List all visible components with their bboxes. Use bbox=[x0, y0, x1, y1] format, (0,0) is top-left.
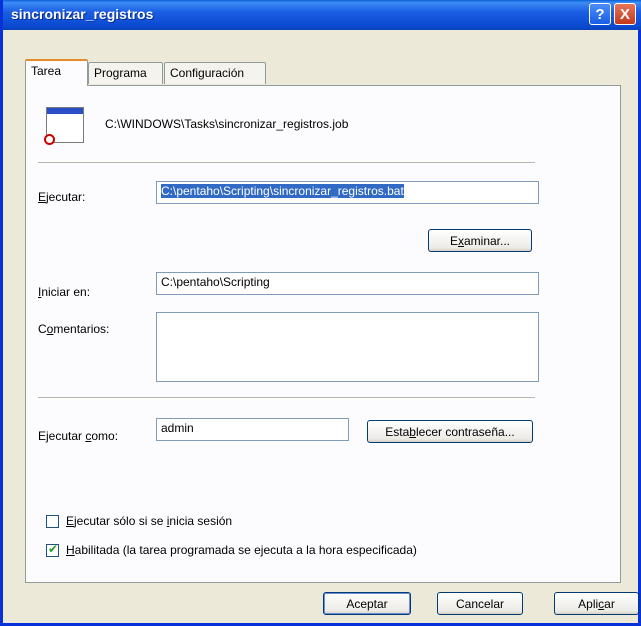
tab-configuracion[interactable]: Configuración bbox=[164, 62, 266, 84]
browse-button[interactable]: Examinar... bbox=[428, 229, 532, 252]
logged-on-only-checkbox[interactable] bbox=[46, 515, 59, 528]
apply-label: Aplicar bbox=[578, 596, 615, 611]
help-icon: ? bbox=[595, 5, 605, 23]
comments-textarea[interactable] bbox=[156, 312, 539, 382]
dialog-window: sincronizar_registros ? X Tarea Programa… bbox=[0, 0, 641, 626]
run-as-value: admin bbox=[161, 421, 194, 435]
run-value: C:\pentaho\Scripting\sincronizar_registr… bbox=[161, 184, 404, 198]
help-button[interactable]: ? bbox=[589, 3, 611, 25]
close-button[interactable]: X bbox=[614, 3, 636, 25]
comments-label: Comentarios: bbox=[38, 322, 110, 336]
enabled-checkbox[interactable]: ✔ bbox=[46, 542, 59, 557]
task-path: C:\WINDOWS\Tasks\sincronizar_registros.j… bbox=[105, 117, 349, 131]
set-password-button[interactable]: Establecer contraseña... bbox=[367, 420, 533, 443]
tab-tarea[interactable]: Tarea bbox=[25, 59, 88, 86]
run-input[interactable]: C:\pentaho\Scripting\sincronizar_registr… bbox=[156, 181, 539, 204]
logged-on-only-label: Ejecutar sólo si se inicia sesión bbox=[66, 514, 233, 528]
apply-button[interactable]: Aplicar bbox=[554, 592, 639, 615]
start-in-value: C:\pentaho\Scripting bbox=[161, 275, 270, 289]
browse-label: Examinar... bbox=[449, 233, 511, 248]
check-icon: ✔ bbox=[48, 542, 59, 556]
cancel-label: Cancelar bbox=[455, 596, 505, 611]
set-password-label: Establecer contraseña... bbox=[385, 424, 515, 439]
enabled-label: Habilitada (la tarea programada se ejecu… bbox=[66, 543, 417, 557]
start-in-input[interactable]: C:\pentaho\Scripting bbox=[156, 272, 539, 295]
divider bbox=[38, 397, 535, 398]
run-as-label: Ejecutar como: bbox=[38, 429, 119, 443]
ok-label: Aceptar bbox=[346, 596, 388, 611]
scheduled-task-icon bbox=[44, 107, 84, 145]
tab-label: Programa bbox=[94, 66, 147, 80]
tab-label: Tarea bbox=[31, 64, 62, 78]
close-icon: X bbox=[619, 5, 630, 23]
divider bbox=[38, 162, 535, 163]
run-label: Ejecutar: bbox=[38, 190, 86, 204]
tab-label: Configuración bbox=[170, 66, 245, 80]
clock-icon bbox=[44, 134, 55, 145]
run-as-input[interactable]: admin bbox=[156, 418, 349, 441]
start-in-label: Iniciar en: bbox=[38, 285, 91, 299]
cancel-button[interactable]: Cancelar bbox=[437, 592, 523, 615]
title-bar[interactable]: sincronizar_registros ? X bbox=[3, 0, 641, 30]
tab-programa[interactable]: Programa bbox=[88, 62, 163, 84]
ok-button[interactable]: Aceptar bbox=[323, 592, 411, 615]
window-title: sincronizar_registros bbox=[11, 6, 154, 22]
